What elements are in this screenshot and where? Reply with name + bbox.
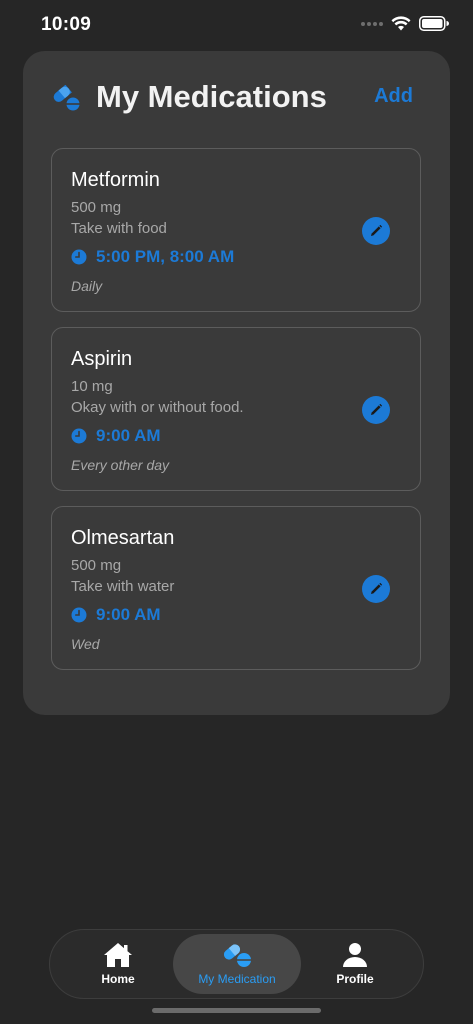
pills-icon	[223, 944, 251, 967]
home-indicator	[152, 1008, 321, 1013]
tab-label: Profile	[336, 972, 374, 986]
pencil-icon	[371, 582, 383, 594]
panel-header: My Medications Add	[23, 51, 450, 145]
person-icon	[343, 943, 367, 967]
clock-icon	[71, 249, 87, 265]
medications-panel: My Medications Add Metformin 500 mg Take…	[23, 51, 450, 715]
status-bar: 10:09	[0, 0, 473, 50]
wifi-icon	[391, 16, 411, 31]
signal-icon	[361, 21, 383, 26]
medication-name: Aspirin	[71, 348, 133, 370]
pencil-icon	[371, 224, 383, 236]
status-icons	[361, 16, 449, 31]
medication-time: 5:00 PM, 8:00 AM	[96, 247, 235, 266]
medication-dose: 500 mg	[71, 557, 122, 574]
medication-dose: 10 mg	[71, 378, 113, 395]
clock-icon	[71, 607, 87, 623]
clock-icon	[71, 428, 87, 444]
tab-label: Home	[101, 972, 135, 986]
medication-note: Take with water	[71, 578, 175, 595]
tab-label: My Medication	[198, 972, 276, 986]
medication-dose: 500 mg	[71, 199, 122, 216]
medication-list: Metformin 500 mg Take with food 5:00 PM,…	[51, 148, 423, 685]
medication-schedule: 5:00 PM, 8:00 AM	[71, 247, 234, 267]
tab-profile[interactable]: Profile	[312, 934, 398, 994]
battery-icon	[419, 16, 449, 31]
medication-frequency: Wed	[71, 636, 100, 652]
medication-card-aspirin[interactable]: Aspirin 10 mg Okay with or without food.…	[51, 327, 421, 491]
medication-frequency: Daily	[71, 278, 103, 294]
pencil-icon	[371, 403, 383, 415]
edit-medication-button[interactable]	[362, 575, 390, 603]
medication-schedule: 9:00 AM	[71, 426, 161, 446]
pills-icon	[53, 85, 80, 111]
medication-card-metformin[interactable]: Metformin 500 mg Take with food 5:00 PM,…	[51, 148, 421, 312]
medication-note: Okay with or without food.	[71, 399, 244, 416]
medication-note: Take with food	[71, 220, 167, 237]
medications-screen: 10:09 My Medications Add Metformin 500 m…	[0, 0, 473, 1024]
medication-time: 9:00 AM	[96, 605, 161, 624]
tab-bar: Home My Medication Profile	[49, 929, 424, 999]
edit-medication-button[interactable]	[362, 217, 390, 245]
status-time: 10:09	[41, 14, 92, 35]
tab-home[interactable]: Home	[75, 934, 161, 994]
medication-name: Metformin	[71, 169, 160, 191]
add-medication-button[interactable]: Add	[374, 85, 413, 108]
medication-frequency: Every other day	[71, 457, 170, 473]
medication-time: 9:00 AM	[96, 426, 161, 445]
page-title: My Medications	[96, 79, 327, 114]
home-icon	[104, 943, 132, 967]
tab-my-medication[interactable]: My Medication	[173, 934, 301, 994]
medication-schedule: 9:00 AM	[71, 605, 161, 625]
edit-medication-button[interactable]	[362, 396, 390, 424]
medication-name: Olmesartan	[71, 527, 175, 549]
medication-card-olmesartan[interactable]: Olmesartan 500 mg Take with water 9:00 A…	[51, 506, 421, 670]
